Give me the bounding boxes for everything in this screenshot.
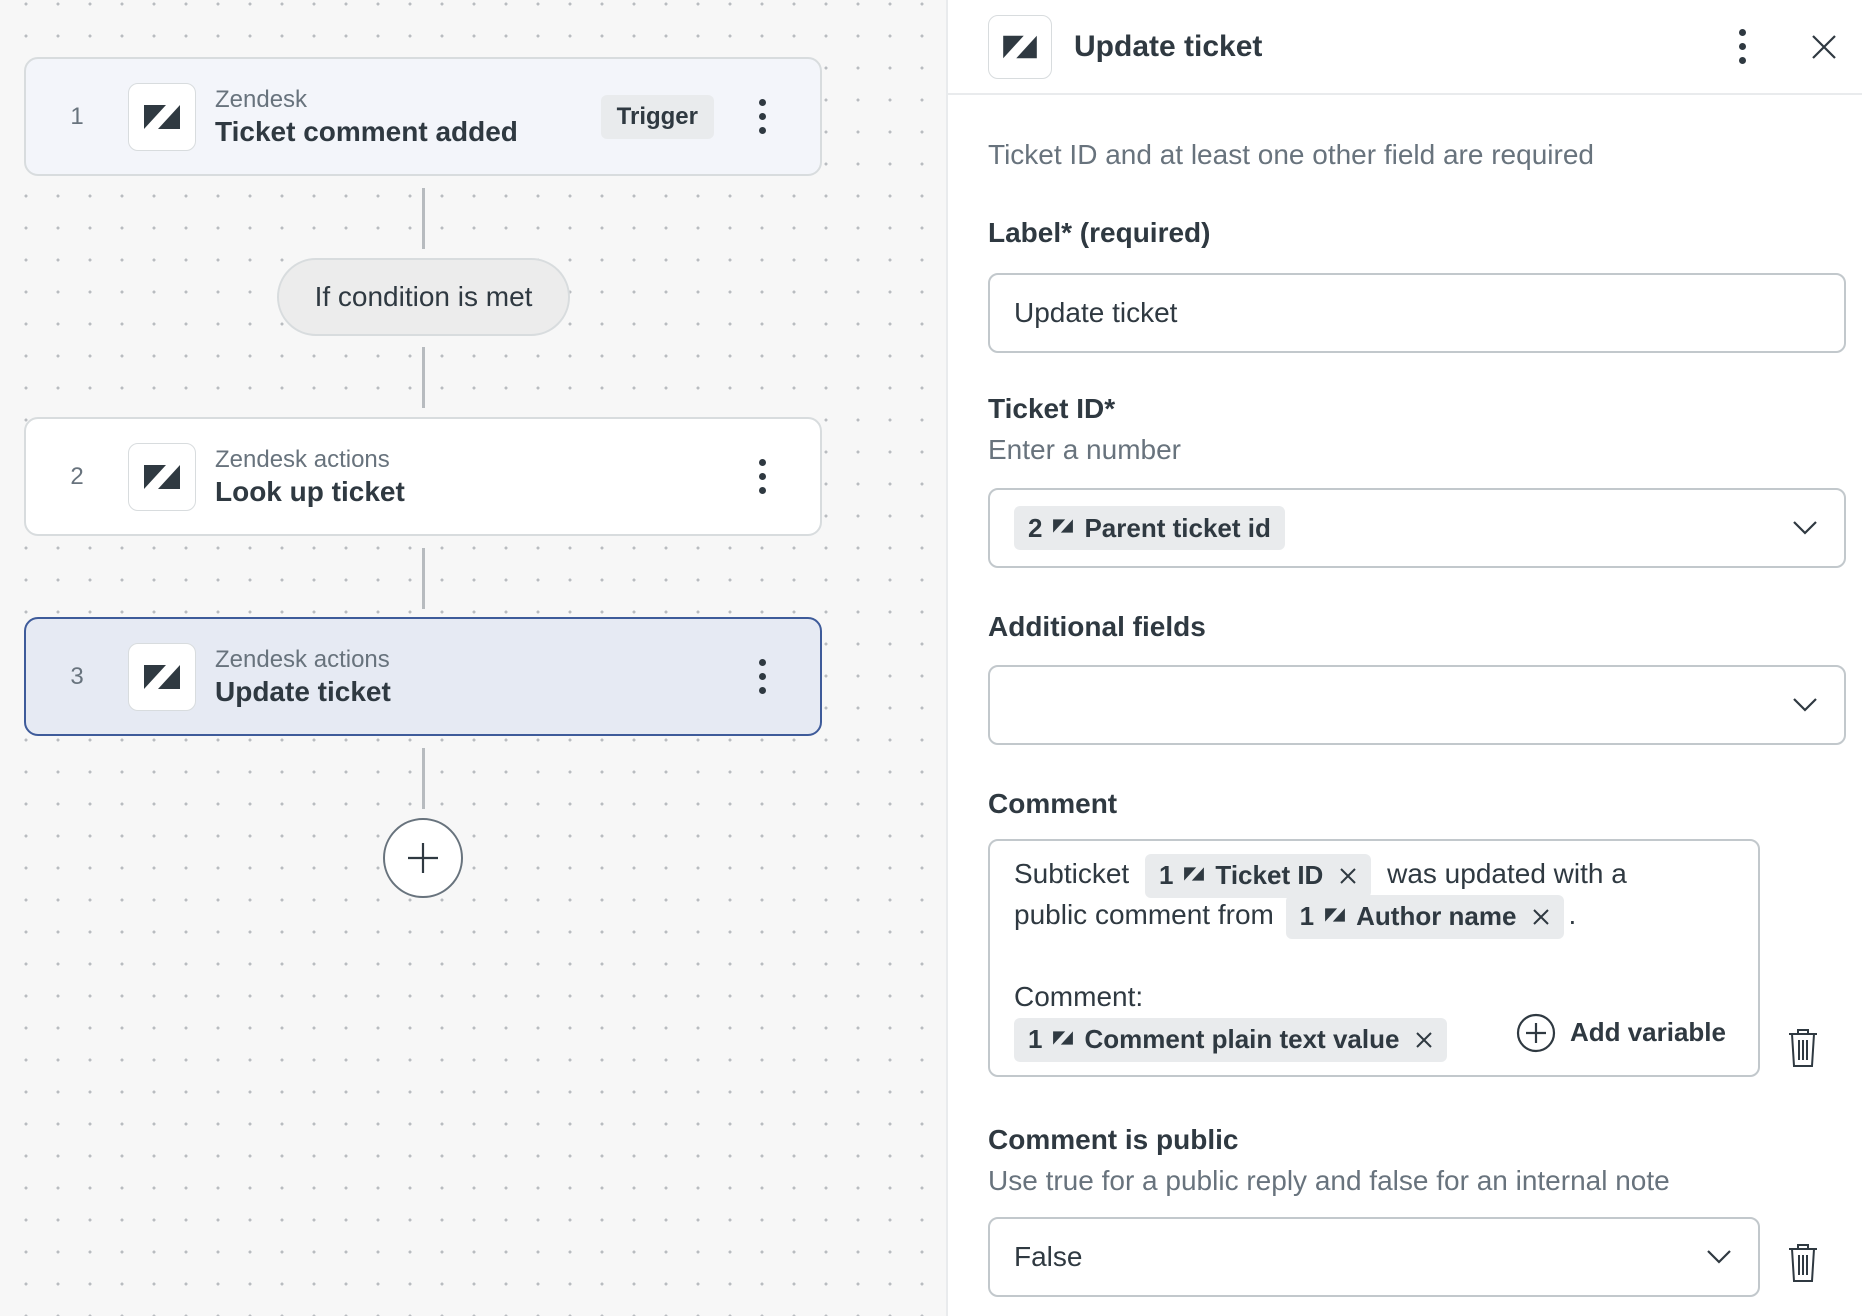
- condition-pill[interactable]: If condition is met: [277, 258, 570, 336]
- variable-pill[interactable]: 1 Author name: [1285, 894, 1565, 939]
- pill-step-number: 2: [1028, 512, 1043, 543]
- connector-line: [422, 188, 425, 249]
- step-title: Look up ticket: [215, 475, 405, 507]
- step-card-2[interactable]: 2 Zendesk actions Look up ticket: [24, 417, 822, 536]
- comment-public-sublabel: Use true for a public reply and false fo…: [988, 1165, 1670, 1196]
- label-field-label: Label* (required): [988, 217, 1211, 248]
- step-menu-icon[interactable]: [742, 447, 782, 507]
- connector-line: [422, 347, 425, 408]
- step-app-name: Zendesk: [215, 85, 308, 113]
- step-config-panel: Update ticket Ticket ID and at least one…: [946, 0, 1862, 1316]
- step-number: 2: [70, 462, 84, 490]
- ticket-id-select[interactable]: 2 Parent ticket id: [988, 488, 1846, 568]
- additional-fields-select[interactable]: [988, 665, 1846, 745]
- pill-label: Author name: [1356, 901, 1517, 932]
- variable-pill[interactable]: 2 Parent ticket id: [1014, 506, 1285, 550]
- add-variable-button[interactable]: Add variable: [1516, 1012, 1726, 1053]
- zendesk-icon: [1052, 517, 1074, 539]
- plus-icon: [408, 843, 438, 873]
- panel-title: Update ticket: [1074, 29, 1263, 63]
- zendesk-icon: [1183, 865, 1205, 887]
- required-hint: Ticket ID and at least one other field a…: [988, 139, 1594, 170]
- plus-circle-icon: [1516, 1013, 1556, 1052]
- trigger-badge: Trigger: [600, 94, 714, 139]
- chevron-down-icon: [1793, 521, 1817, 535]
- zendesk-icon: [128, 442, 196, 511]
- comment-text: was updated with a: [1387, 858, 1627, 889]
- step-title: Update ticket: [215, 675, 391, 707]
- comment-label: Comment: [988, 788, 1118, 819]
- comment-text: public comment from: [1014, 899, 1274, 930]
- zendesk-icon: [128, 82, 196, 151]
- step-title: Ticket comment added: [215, 115, 518, 147]
- comment-public-label: Comment is public: [988, 1124, 1239, 1155]
- pill-label: Parent ticket id: [1084, 512, 1271, 543]
- remove-pill-icon[interactable]: [1532, 908, 1550, 926]
- chevron-down-icon: [1707, 1250, 1731, 1264]
- pill-label: Ticket ID: [1215, 860, 1324, 891]
- pill-step-number: 1: [1028, 1024, 1043, 1055]
- pill-step-number: 1: [1299, 901, 1315, 932]
- close-icon[interactable]: [1804, 27, 1844, 67]
- step-app-name: Zendesk actions: [215, 445, 390, 473]
- step-app-name: Zendesk actions: [215, 645, 390, 673]
- step-number: 1: [70, 102, 84, 130]
- comment-public-select[interactable]: False: [988, 1217, 1760, 1297]
- comment-public-value: False: [1014, 1241, 1083, 1272]
- comment-text: Comment:: [1014, 981, 1144, 1012]
- ticket-id-sublabel: Enter a number: [988, 434, 1181, 465]
- trash-icon[interactable]: [1788, 1028, 1818, 1068]
- variable-pill[interactable]: 1 Comment plain text value: [1014, 1017, 1448, 1062]
- add-variable-label: Add variable: [1569, 1017, 1726, 1047]
- step-card-3[interactable]: 3 Zendesk actions Update ticket: [24, 617, 822, 736]
- add-step-button[interactable]: [383, 818, 463, 898]
- pill-step-number: 1: [1158, 860, 1174, 891]
- chevron-down-icon: [1793, 698, 1817, 712]
- step-menu-icon[interactable]: [742, 87, 782, 147]
- connector-line: [422, 548, 425, 609]
- remove-pill-icon[interactable]: [1415, 1031, 1433, 1049]
- pill-label: Comment plain text value: [1084, 1024, 1400, 1055]
- comment-text: .: [1568, 899, 1577, 930]
- panel-menu-icon[interactable]: [1722, 17, 1762, 77]
- zendesk-icon: [1324, 906, 1346, 928]
- step-menu-icon[interactable]: [742, 647, 782, 707]
- zendesk-icon: [128, 642, 196, 711]
- step-number: 3: [70, 662, 84, 690]
- connector-line: [422, 748, 425, 809]
- zendesk-icon: [988, 14, 1052, 79]
- remove-pill-icon[interactable]: [1339, 867, 1357, 885]
- zendesk-icon: [1052, 1029, 1074, 1051]
- step-card-1[interactable]: 1 Zendesk Ticket comment added Trigger: [24, 57, 822, 176]
- additional-fields-label: Additional fields: [988, 611, 1206, 642]
- variable-pill[interactable]: 1 Ticket ID: [1144, 853, 1372, 898]
- workflow-canvas[interactable]: 1 Zendesk Ticket comment added Trigger I…: [0, 0, 946, 1316]
- trash-icon[interactable]: [1788, 1243, 1818, 1283]
- panel-header: Update ticket: [948, 0, 1862, 95]
- comment-editor[interactable]: Subticket 1 Ticket ID was updated with a…: [988, 839, 1760, 1077]
- comment-text: Subticket: [1014, 858, 1130, 889]
- ticket-id-label: Ticket ID*: [988, 393, 1116, 424]
- label-input[interactable]: Update ticket: [988, 273, 1846, 353]
